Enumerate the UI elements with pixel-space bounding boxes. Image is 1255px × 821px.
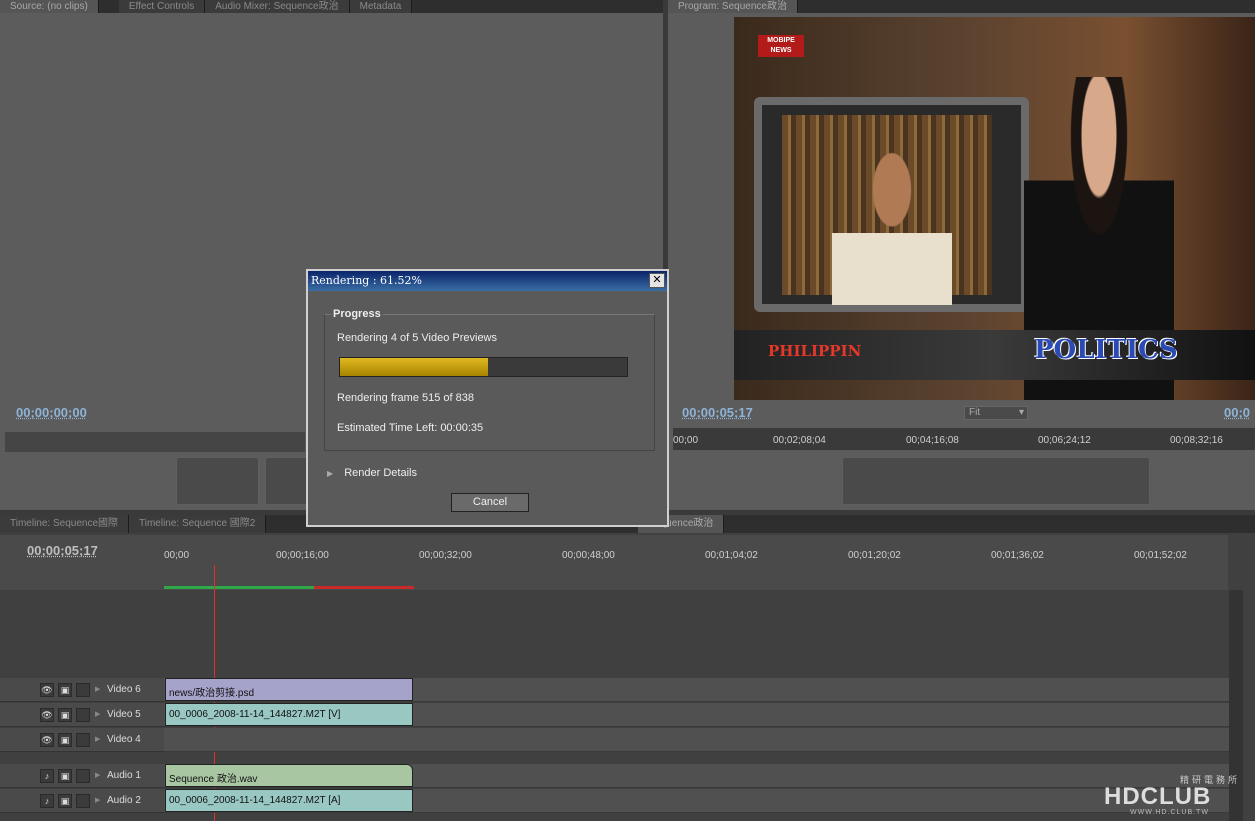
expand-triangle-icon[interactable]: ▶: [95, 735, 100, 743]
eye-icon[interactable]: 👁: [40, 708, 54, 722]
clip-audio-1[interactable]: Sequence 政治.wav: [165, 764, 413, 787]
monitor-screen: [754, 97, 1029, 312]
source-transport-left[interactable]: [176, 457, 259, 505]
speaker-icon[interactable]: ♪: [40, 794, 54, 808]
expand-triangle-icon: ▶: [327, 469, 334, 478]
ruler-label: 00;01;04;02: [705, 550, 758, 561]
timeline-header: 00;00;05;17: [0, 535, 164, 590]
fit-dropdown[interactable]: Fit ▾: [964, 406, 1028, 420]
watermark-main: HDCLUB: [1104, 783, 1212, 810]
ruler-label: 00;01;36;02: [991, 550, 1044, 561]
tab-program[interactable]: Program: Sequence政治: [668, 0, 798, 13]
program-panel: Program: Sequence政治 MOBIPE NEWS PHILIPPI…: [668, 0, 1255, 510]
progress-bar-fill: [340, 358, 488, 376]
track-audio-1[interactable]: ♪ ▣ ▶ Audio 1: [0, 764, 164, 788]
eye-icon[interactable]: 👁: [40, 683, 54, 697]
track-name: Audio 2: [107, 795, 141, 806]
render-bar-green: [164, 586, 314, 589]
expand-triangle-icon[interactable]: ▶: [95, 710, 100, 718]
lock-toggle[interactable]: [76, 794, 90, 808]
progress-group-label: Progress: [331, 308, 383, 320]
tab-timeline-2[interactable]: Timeline: Sequence 國際2: [129, 515, 267, 533]
track-audio-2[interactable]: ♪ ▣ ▶ Audio 2: [0, 789, 164, 813]
ruler-label: 00;01;20;02: [848, 550, 901, 561]
source-scrub-bar[interactable]: [5, 432, 305, 452]
ruler-label: 00;06;24;12: [1038, 435, 1091, 446]
banner-right: POLITICS: [1034, 335, 1178, 365]
clip-video-6[interactable]: news/政治剪接.psd: [165, 678, 413, 701]
film-icon[interactable]: ▣: [58, 708, 72, 722]
cancel-button[interactable]: Cancel: [451, 493, 529, 512]
expand-triangle-icon[interactable]: ▶: [95, 771, 100, 779]
ruler-label: 00;00: [673, 435, 699, 446]
program-timecode[interactable]: 00;00;05;17: [682, 405, 753, 420]
sync-icon[interactable]: ▣: [58, 769, 72, 783]
timeline-panel: Timeline: Sequence國際 Timeline: Sequence …: [0, 515, 1255, 821]
news-logo: MOBIPE NEWS: [758, 35, 804, 57]
watermark: 精研電務所 HDCLUB WWW.HD.CLUB.TW: [1100, 773, 1250, 818]
tab-effect-controls[interactable]: Effect Controls: [118, 0, 206, 13]
watermark-sub: WWW.HD.CLUB.TW: [1130, 809, 1209, 816]
tab-source[interactable]: Source: (no clips): [0, 0, 99, 13]
tab-metadata[interactable]: Metadata: [349, 0, 413, 13]
program-video-frame: MOBIPE NEWS PHILIPPIN POLITICS: [734, 17, 1255, 400]
program-ruler[interactable]: 00;00 00;02;08;04 00;04;16;08 00;06;24;1…: [673, 428, 1255, 450]
program-timecode-duration: 00;0: [1224, 405, 1251, 420]
track-video-4[interactable]: 👁 ▣ ▶ Video 4: [0, 728, 164, 752]
render-details-toggle[interactable]: ▶ Render Details: [327, 467, 417, 479]
eye-icon[interactable]: 👁: [40, 733, 54, 747]
ruler-label: 00;00;16;00: [276, 550, 329, 561]
source-timecode[interactable]: 00;00;00;00: [16, 405, 87, 420]
chevron-down-icon: ▾: [1018, 407, 1024, 418]
source-tabbar: Source: (no clips) Effect Controls Audio…: [0, 0, 663, 13]
speaker-icon[interactable]: ♪: [40, 769, 54, 783]
film-icon[interactable]: ▣: [58, 733, 72, 747]
tab-audio-mixer[interactable]: Audio Mixer: Sequence政治: [205, 0, 350, 13]
time-left: Estimated Time Left: 00:00:35: [337, 422, 484, 434]
render-bar-red: [314, 586, 414, 589]
timeline-ruler[interactable]: 00;00 00;00;16;00 00;00;32;00 00;00;48;0…: [164, 535, 1228, 590]
close-icon[interactable]: ✕: [649, 273, 665, 288]
ruler-label: 00;02;08;04: [773, 435, 826, 446]
track-video-5[interactable]: 👁 ▣ ▶ Video 5: [0, 703, 164, 727]
render-status: Rendering 4 of 5 Video Previews: [337, 332, 498, 344]
expand-triangle-icon[interactable]: ▶: [95, 685, 100, 693]
progress-bar: [339, 357, 628, 377]
track-name: Audio 1: [107, 770, 141, 781]
render-frame: Rendering frame 515 of 838: [337, 392, 474, 404]
ruler-label: 00;08;32;16: [1170, 435, 1223, 446]
lock-toggle[interactable]: [76, 769, 90, 783]
track-name: Video 6: [107, 684, 141, 695]
ruler-label: 00;00: [164, 550, 190, 561]
ruler-label: 00;01;52;02: [1134, 550, 1187, 561]
film-icon[interactable]: ▣: [58, 683, 72, 697]
program-tabbar: Program: Sequence政治: [668, 0, 1255, 13]
clip-audio-2[interactable]: 00_0006_2008-11-14_144827.M2T [A]: [165, 789, 413, 812]
ruler-label: 00;04;16;08: [906, 435, 959, 446]
lock-toggle[interactable]: [76, 733, 90, 747]
fit-label: Fit: [969, 407, 981, 418]
sync-icon[interactable]: ▣: [58, 794, 72, 808]
timeline-timecode[interactable]: 00;00;05;17: [27, 543, 98, 558]
render-details-label: Render Details: [344, 467, 417, 479]
expand-triangle-icon[interactable]: ▶: [95, 796, 100, 804]
lock-toggle[interactable]: [76, 708, 90, 722]
rendering-dialog: Rendering : 61.52% ✕ Progress Rendering …: [306, 269, 669, 527]
clip-video-5[interactable]: 00_0006_2008-11-14_144827.M2T [V]: [165, 703, 413, 726]
dialog-title: Rendering : 61.52%: [308, 271, 667, 291]
tab-timeline-1[interactable]: Timeline: Sequence國際: [0, 515, 130, 533]
man-figure: [832, 145, 952, 305]
banner-left: PHILIPPIN: [768, 342, 862, 360]
track-name: Video 5: [107, 709, 141, 720]
source-transport-right[interactable]: [265, 457, 310, 505]
lock-toggle[interactable]: [76, 683, 90, 697]
program-transport[interactable]: [842, 457, 1150, 505]
track-video-6[interactable]: 👁 ▣ ▶ Video 6: [0, 678, 164, 702]
lane-video-4[interactable]: [164, 728, 1229, 752]
ruler-label: 00;00;48;00: [562, 550, 615, 561]
ruler-label: 00;00;32;00: [419, 550, 472, 561]
track-name: Video 4: [107, 734, 141, 745]
